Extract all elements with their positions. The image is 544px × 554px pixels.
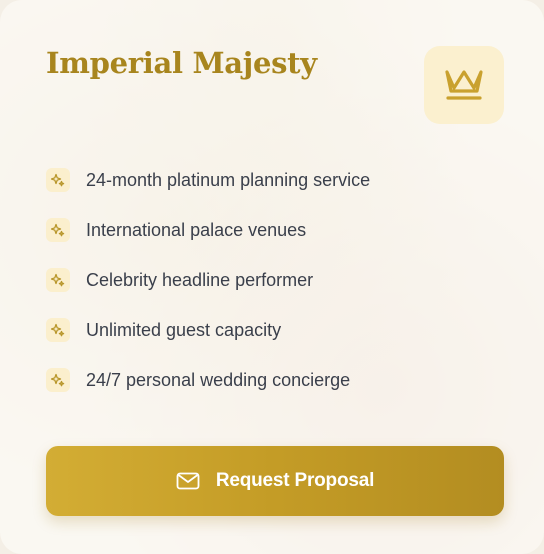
feature-item: 24/7 personal wedding concierge bbox=[46, 368, 370, 418]
sparkle-icon bbox=[46, 268, 70, 292]
package-card: Imperial Majesty 24-month platinum plann… bbox=[0, 0, 544, 554]
feature-list: 24-month platinum planning service Inter… bbox=[46, 168, 370, 418]
feature-label: Celebrity headline performer bbox=[86, 270, 314, 290]
feature-item: Unlimited guest capacity bbox=[46, 318, 370, 368]
mail-icon bbox=[176, 472, 200, 490]
feature-label: 24/7 personal wedding concierge bbox=[86, 370, 351, 390]
sparkle-icon bbox=[46, 218, 70, 242]
feature-item: International palace venues bbox=[46, 218, 370, 268]
feature-item: Celebrity headline performer bbox=[46, 268, 370, 318]
sparkle-icon bbox=[46, 368, 70, 392]
feature-label: Unlimited guest capacity bbox=[86, 320, 282, 340]
request-proposal-label: Request Proposal bbox=[215, 470, 375, 491]
crown-icon bbox=[442, 63, 486, 108]
feature-item: 24-month platinum planning service bbox=[46, 168, 370, 218]
sparkle-icon bbox=[46, 318, 70, 342]
feature-label: 24-month platinum planning service bbox=[86, 170, 371, 190]
sparkle-icon bbox=[46, 168, 70, 192]
request-proposal-button[interactable]: Request Proposal bbox=[46, 446, 504, 516]
crown-badge bbox=[424, 46, 504, 124]
package-title: Imperial Majesty bbox=[46, 46, 317, 80]
feature-label: International palace venues bbox=[86, 220, 307, 240]
package-card-content: Imperial Majesty 24-month platinum plann… bbox=[0, 0, 544, 554]
